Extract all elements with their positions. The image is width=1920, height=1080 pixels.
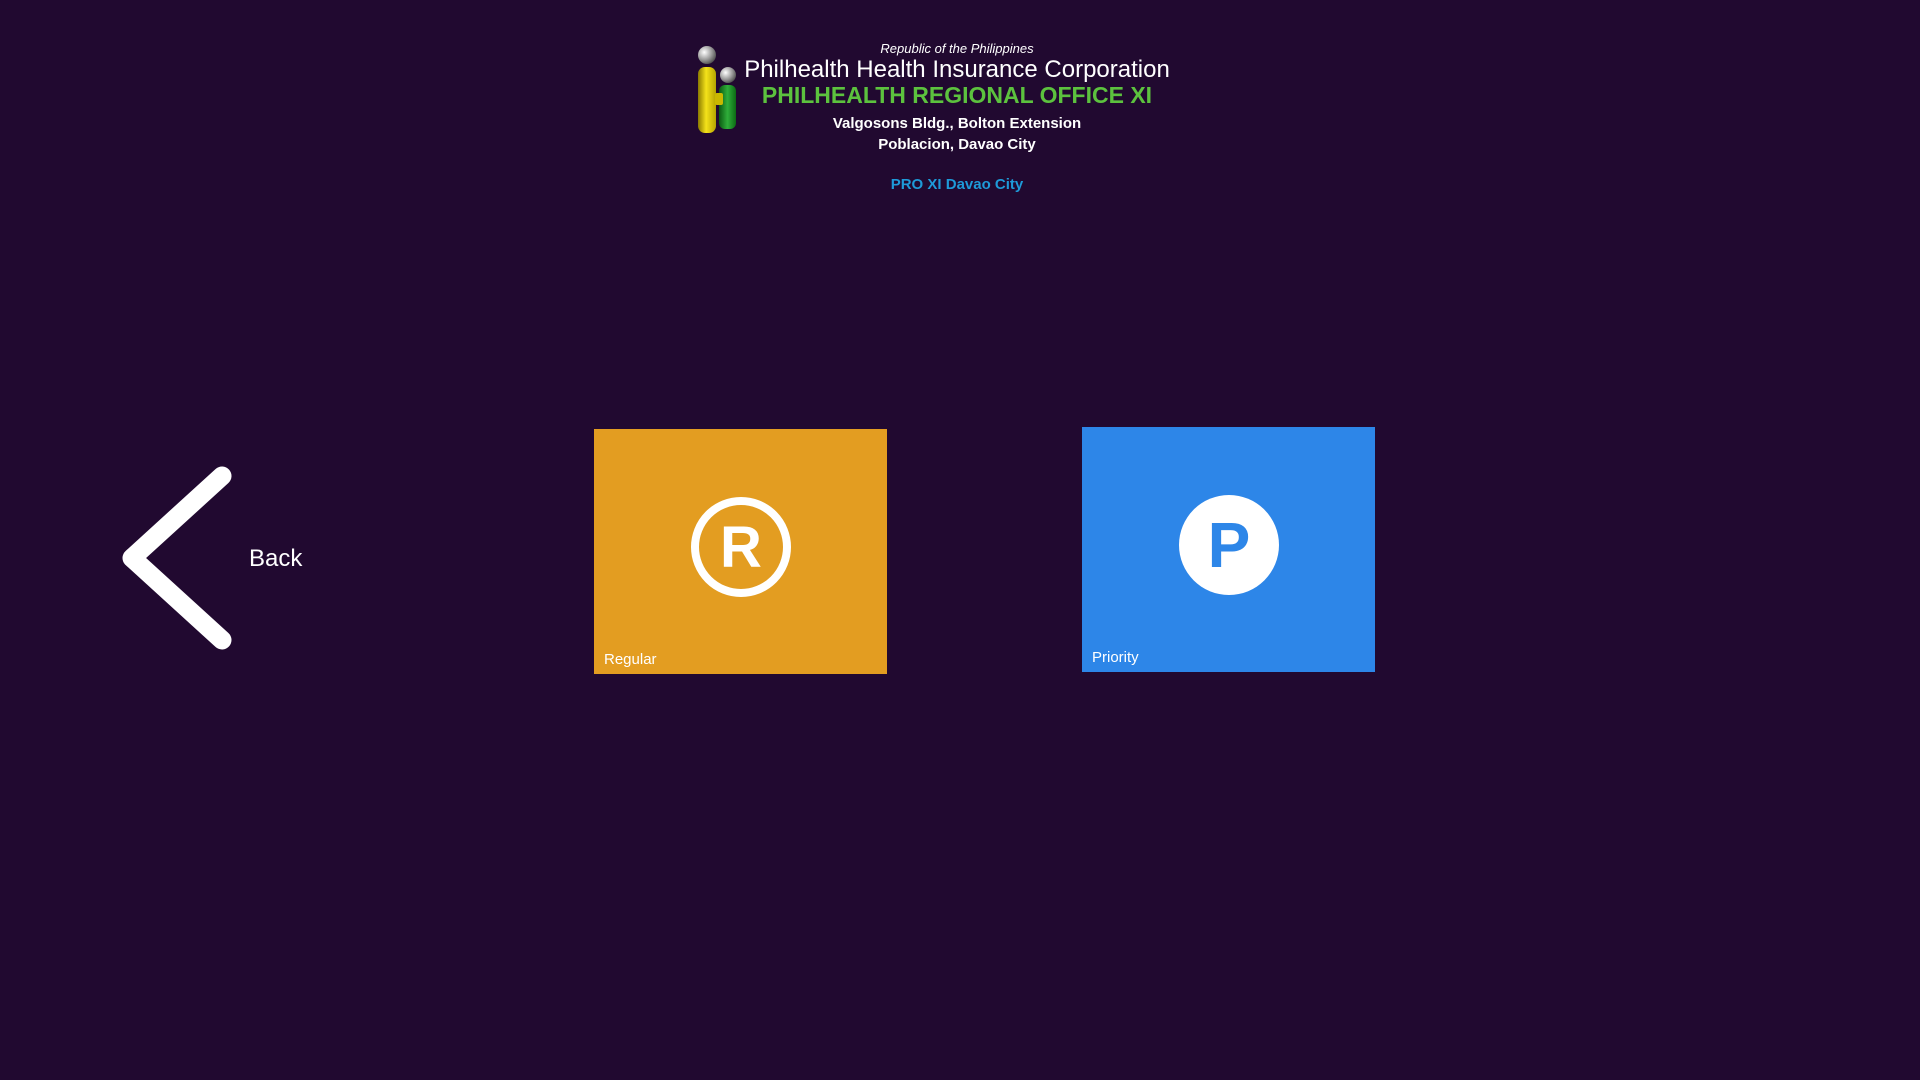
queue-kiosk-screen: Republic of the Philippines Philhealth H… bbox=[0, 0, 1920, 1080]
header: Republic of the Philippines Philhealth H… bbox=[0, 0, 1920, 210]
svg-text:P: P bbox=[1208, 509, 1251, 581]
chevron-left-icon bbox=[122, 466, 232, 650]
corporation-name: Philhealth Health Insurance Corporation bbox=[744, 56, 1170, 83]
back-button[interactable]: Back bbox=[118, 462, 318, 657]
registered-circle-icon: R bbox=[691, 497, 791, 597]
priority-queue-tile[interactable]: P Priority bbox=[1082, 427, 1375, 672]
branch-name: PRO XI Davao City bbox=[890, 176, 1024, 193]
priority-tile-label: Priority bbox=[1092, 649, 1139, 666]
republic-subtitle: Republic of the Philippines bbox=[880, 41, 1034, 56]
svg-text:R: R bbox=[720, 515, 762, 580]
regional-office-title: PHILHEALTH REGIONAL OFFICE XI bbox=[761, 82, 1153, 108]
address-line-2: Poblacion, Davao City bbox=[878, 136, 1036, 153]
regular-queue-tile[interactable]: R Regular bbox=[594, 429, 887, 674]
parking-circle-icon: P bbox=[1179, 495, 1279, 595]
back-label: Back bbox=[249, 545, 303, 572]
address-line-1: Valgosons Bldg., Bolton Extension bbox=[832, 115, 1082, 132]
regular-tile-label: Regular bbox=[604, 651, 657, 668]
